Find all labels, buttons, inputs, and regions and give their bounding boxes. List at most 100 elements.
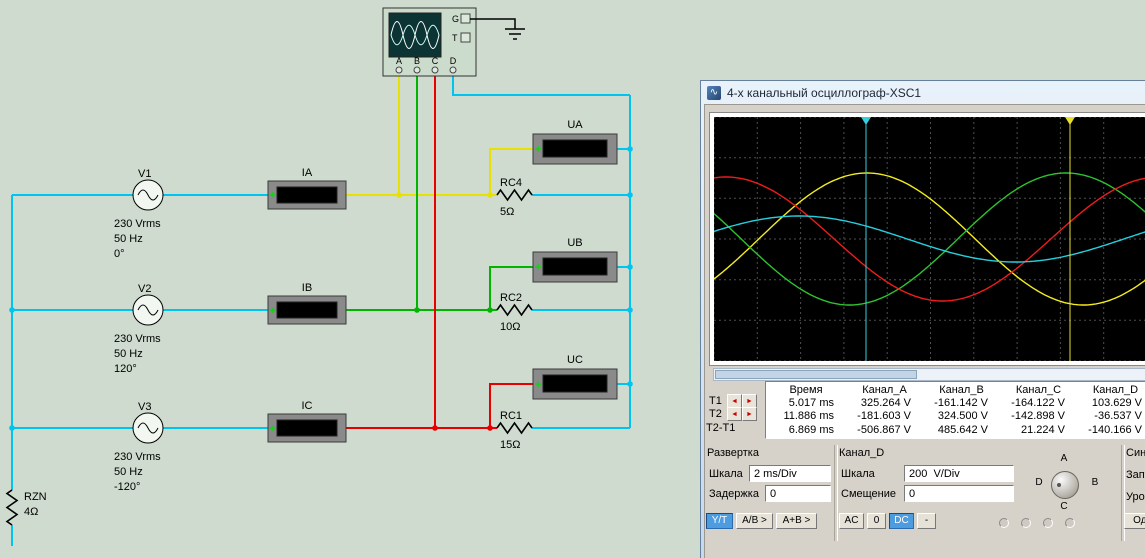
ac-coupling-button[interactable]: AC [839, 513, 864, 529]
terminal-g[interactable] [461, 14, 470, 23]
timebase-delay-input[interactable]: 0 [765, 485, 831, 502]
selector-d-label[interactable]: D [1031, 477, 1047, 488]
svg-text:31.563: 31.563 [290, 190, 324, 202]
svg-text:230 Vrms: 230 Vrms [114, 333, 161, 345]
trigger-level-label: Уровень [1126, 491, 1145, 503]
channel-radio-4[interactable] [1065, 518, 1075, 528]
cursor-flag-T2[interactable] [1065, 117, 1075, 125]
svg-text:287.405: 287.405 [555, 379, 595, 391]
resistor-rc4[interactable] [497, 190, 532, 200]
col-header-time: Время [766, 384, 846, 397]
svg-text:26.111: 26.111 [291, 305, 323, 317]
terminal-b[interactable] [414, 67, 420, 73]
channel-radio-3[interactable] [1043, 518, 1053, 528]
resistor-value: 15Ω [500, 439, 520, 451]
channel-offset-input[interactable]: 0 [904, 485, 1014, 502]
cursor-t2t1-label: T2-T1 [706, 422, 735, 434]
selector-a-label[interactable]: A [1056, 453, 1072, 464]
voltmeter-ua[interactable]: 157.814 [533, 134, 617, 164]
ab-mode-button[interactable]: A/B > [736, 513, 773, 529]
timebase-scale-input[interactable]: 2 ms/Div [749, 465, 831, 482]
svg-text:0°: 0° [114, 248, 125, 260]
voltage-source-v2[interactable] [133, 295, 163, 325]
ammeter-label: IB [302, 282, 312, 294]
svg-text:230 Vrms: 230 Vrms [114, 451, 161, 463]
col-header-channel-d: Канал_D [1077, 384, 1145, 397]
resistor-rc1[interactable] [497, 423, 532, 433]
source-label: V3 [138, 401, 151, 413]
voltmeter-ub[interactable]: 261.114 [533, 252, 617, 282]
yt-mode-button[interactable]: Y/T [706, 513, 733, 529]
svg-text:-120°: -120° [114, 481, 140, 493]
svg-text:G: G [452, 14, 459, 24]
terminal-c[interactable] [432, 67, 438, 73]
ammeter-ia[interactable]: 31.563 [268, 181, 346, 209]
resistor-label: RC2 [500, 292, 522, 304]
svg-text:157.814: 157.814 [555, 144, 596, 156]
oscilloscope-component[interactable]: G T A B C D [383, 8, 476, 76]
cursor-flag-T1[interactable] [861, 117, 871, 125]
trigger-start-label: Запуск [1126, 469, 1145, 481]
voltage-source-v1[interactable] [133, 180, 163, 210]
t1-right-button[interactable]: ► [742, 394, 757, 408]
voltage-source-v3[interactable] [133, 413, 163, 443]
channel-selector-knob[interactable] [1051, 471, 1079, 499]
a-plus-b-mode-button[interactable]: A+B > [776, 513, 817, 529]
col-header-channel-c: Канал_C [1000, 384, 1077, 397]
channel-offset-label: Смещение [841, 488, 896, 500]
channel-section-title: Канал_D [839, 447, 884, 459]
channel-radio-1[interactable] [999, 518, 1009, 528]
wire-phase-b[interactable] [346, 73, 533, 310]
multisim-workspace: G T A B C D V1 230 Vrms 50 Hz 0° [0, 0, 1145, 558]
voltmeter-label: UA [567, 119, 583, 131]
resistor-label: RC4 [500, 177, 522, 189]
svg-text:230 Vrms: 230 Vrms [114, 218, 161, 230]
cursor-t1-label: T1 [709, 395, 722, 407]
resistor-value: 4Ω [24, 506, 38, 518]
window-titlebar[interactable]: ∿ 4-х канальный осциллограф-XSC1 [701, 81, 1145, 104]
resistor-label: RC1 [500, 410, 522, 422]
t1-left-button[interactable]: ◄ [727, 394, 742, 408]
timebase-section-title: Развертка [707, 447, 759, 459]
readout-header-row: Время Канал_A Канал_B Канал_C Канал_D [766, 384, 1145, 397]
ammeter-label: IA [302, 167, 313, 179]
ammeter-label: IC [302, 400, 313, 412]
resistor-label: RZN [24, 491, 47, 503]
terminal-t[interactable] [461, 33, 470, 42]
ammeter-ic[interactable]: 19.160 [268, 414, 346, 442]
resistor-rzn[interactable] [7, 490, 17, 525]
t2-right-button[interactable]: ► [742, 407, 757, 421]
voltmeter-uc[interactable]: 287.405 [533, 369, 617, 399]
zero-coupling-button[interactable]: 0 [867, 513, 886, 529]
trigger-section-title: Синхрон [1126, 447, 1145, 459]
dc-coupling-button[interactable]: DC [889, 513, 914, 529]
instrument-icon: ∿ [707, 86, 721, 100]
channel-radio-2[interactable] [1021, 518, 1031, 528]
scope-display-frame [709, 112, 1145, 366]
ground-symbol[interactable] [470, 19, 525, 39]
terminal-d[interactable] [450, 67, 456, 73]
resistor-value: 10Ω [500, 321, 520, 333]
scrollbar-thumb[interactable] [715, 370, 917, 379]
terminal-a[interactable] [396, 67, 402, 73]
selector-b-label[interactable]: B [1087, 477, 1103, 488]
channel-scale-input[interactable]: 200 V/Div [904, 465, 1014, 482]
readout-row-t2t1: 6.869 ms -506.867 V 485.642 V 21.224 V -… [766, 424, 1145, 437]
single-trigger-button[interactable]: Одн. [1124, 513, 1145, 529]
scope-screen [714, 117, 1145, 361]
svg-text:T: T [452, 33, 458, 43]
scope-scrollbar[interactable] [713, 368, 1145, 381]
source-label: V2 [138, 283, 151, 295]
t2-left-button[interactable]: ◄ [727, 407, 742, 421]
window-title: 4-х канальный осциллограф-XSC1 [727, 86, 921, 100]
resistor-rc2[interactable] [497, 305, 532, 315]
wire-phase-c[interactable] [346, 73, 533, 428]
svg-text:B: B [414, 56, 420, 66]
minus-coupling-button[interactable]: - [917, 513, 936, 529]
selector-c-label[interactable]: C [1056, 501, 1072, 512]
svg-text:A: A [396, 56, 402, 66]
col-header-channel-a: Канал_A [846, 384, 923, 397]
svg-text:261.114: 261.114 [555, 262, 595, 274]
ammeter-ib[interactable]: 26.111 [268, 296, 346, 324]
readout-row-t2: 11.886 ms -181.603 V 324.500 V -142.898 … [766, 410, 1145, 423]
